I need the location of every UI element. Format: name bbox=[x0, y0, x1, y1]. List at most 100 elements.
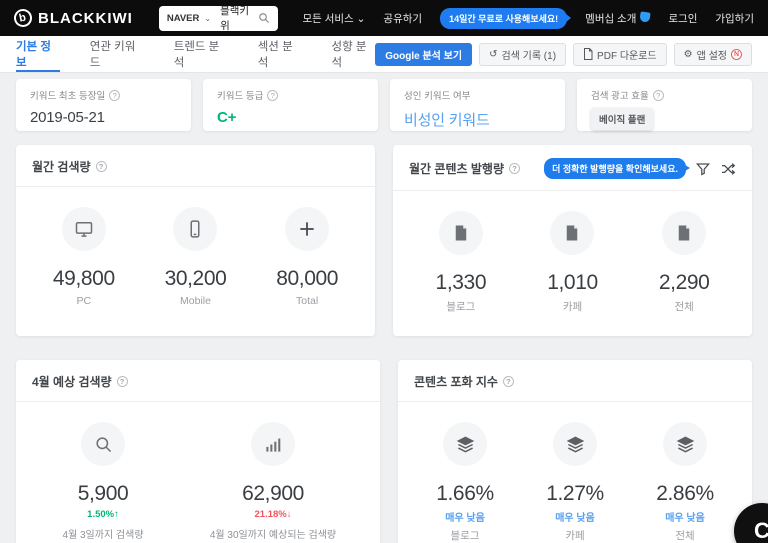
blog-saturation-value: 1.66% bbox=[436, 482, 494, 505]
share-button[interactable]: 공유하기 bbox=[383, 11, 422, 26]
monthly-content-volume-card: 월간 콘텐츠 발행량 ? 더 정확한 발행량을 확인해보세요. 1,330 블로… bbox=[393, 145, 752, 336]
bar-chart-icon bbox=[265, 438, 280, 452]
first-seen-card: 키워드 최초 등장일 ? 2019-05-21 bbox=[16, 79, 191, 131]
new-badge: N bbox=[731, 48, 742, 60]
membership-link[interactable]: 멤버십 소개 bbox=[585, 10, 652, 26]
mtd-change: 1.50%↑ bbox=[87, 509, 119, 520]
status-badge: 매우 낮음 bbox=[445, 513, 485, 524]
help-icon[interactable]: ? bbox=[267, 89, 279, 101]
mtd-search-value: 5,900 bbox=[77, 482, 129, 505]
panel-title: 콘텐츠 포화 지수 ? bbox=[414, 373, 514, 390]
total-search-value: 80,000 bbox=[276, 267, 339, 290]
total-saturation-value: 2.86% bbox=[656, 482, 714, 505]
metric-total-saturation: 2.86% 매우 낮음 전체 bbox=[630, 422, 740, 543]
keyword-grade-value: C+ bbox=[217, 109, 237, 126]
plus-icon bbox=[300, 222, 314, 236]
history-icon: ↺ bbox=[489, 48, 498, 60]
accuracy-tooltip: 더 정확한 발행량을 확인해보세요. bbox=[544, 158, 690, 179]
card-label: 키워드 최초 등장일 ? bbox=[30, 88, 177, 102]
metric-blog: 1,330 블로그 bbox=[406, 211, 516, 314]
section-tabbar: 기본 정보 연관 키워드 트렌드 분석 섹션 분석 성향 분석 Google 분… bbox=[0, 36, 768, 73]
card-label: 검색 광고 효율 ? bbox=[591, 88, 738, 102]
panel-title: 4월 예상 검색량 ? bbox=[32, 373, 128, 390]
tab-basic-info[interactable]: 기본 정보 bbox=[16, 36, 60, 72]
cafe-content-value: 1,010 bbox=[547, 271, 598, 294]
brand-logo[interactable]: b BLACKKIWI bbox=[12, 7, 133, 29]
pdf-download-button[interactable]: PDF 다운로드 bbox=[573, 42, 667, 66]
metric-total: 80,000 Total bbox=[252, 207, 362, 307]
panel-title: 월간 검색량 ? bbox=[32, 158, 107, 175]
gear-icon: ⚙ bbox=[683, 48, 693, 60]
monthly-search-volume-card: 월간 검색량 ? 49,800 PC 30,200 Mobile 80,000 bbox=[16, 145, 375, 336]
search-engine-select[interactable]: NAVER bbox=[167, 13, 200, 24]
filter-icon[interactable] bbox=[695, 161, 711, 177]
signup-button[interactable]: 가입하기 bbox=[715, 11, 754, 26]
arrow-up-icon: ↑ bbox=[114, 509, 119, 520]
pc-search-value: 49,800 bbox=[52, 267, 115, 290]
search-icon[interactable] bbox=[258, 12, 270, 24]
forecast-search-value: 62,900 bbox=[242, 482, 304, 505]
brand-logo-text: BLACKKIWI bbox=[38, 9, 133, 27]
total-content-value: 2,290 bbox=[658, 271, 710, 294]
card-label: 키워드 등급 ? bbox=[217, 88, 364, 102]
magnifier-icon bbox=[95, 436, 111, 452]
tab-trend-analysis[interactable]: 트렌드 분석 bbox=[174, 36, 228, 72]
status-badge: 매우 낮음 bbox=[555, 513, 595, 524]
help-icon[interactable]: ? bbox=[95, 161, 107, 172]
help-icon[interactable]: ? bbox=[116, 376, 128, 387]
layers-icon bbox=[456, 436, 474, 452]
all-services-menu[interactable]: 모든 서비스 ⌄ bbox=[302, 11, 365, 26]
metric-mobile: 30,200 Mobile bbox=[140, 207, 250, 307]
april-forecast-card: 4월 예상 검색량 ? 5,900 1.50%↑ 4월 3일까지 검색량 62,… bbox=[16, 360, 380, 543]
metric-pc: 49,800 PC bbox=[29, 207, 139, 307]
blog-content-value: 1,330 bbox=[435, 271, 487, 294]
help-icon[interactable]: ? bbox=[652, 89, 664, 101]
free-trial-promo-badge[interactable]: 14일간 무료로 사용해보세요! bbox=[440, 7, 572, 29]
arrow-down-icon: ↓ bbox=[286, 509, 292, 520]
tab-related-keywords[interactable]: 연관 키워드 bbox=[90, 36, 144, 72]
layers-icon bbox=[676, 436, 694, 452]
metric-all: 2,290 전체 bbox=[629, 211, 739, 314]
first-seen-value: 2019-05-21 bbox=[30, 109, 105, 126]
metric-cafe: 1,010 카페 bbox=[517, 211, 627, 314]
metric-cafe-saturation: 1.27% 매우 낮음 카페 bbox=[520, 422, 630, 543]
shuffle-icon[interactable] bbox=[720, 161, 736, 177]
adult-keyword-value: 비성인 키워드 bbox=[404, 112, 490, 129]
keyword-search-box[interactable]: NAVER ⌄ 블랙키위 bbox=[158, 3, 279, 33]
panel-title: 월간 콘텐츠 발행량 ? bbox=[409, 160, 520, 177]
status-badge: 매우 낮음 bbox=[665, 513, 705, 524]
membership-icon bbox=[639, 10, 652, 23]
mobile-search-value: 30,200 bbox=[164, 267, 227, 290]
metric-month-to-date: 5,900 1.50%↑ 4월 3일까지 검색량 bbox=[28, 422, 178, 541]
forecast-change: 21.18%↓ bbox=[254, 509, 292, 520]
keyword-grade-card: 키워드 등급 ? C+ bbox=[203, 79, 378, 131]
layers-icon bbox=[566, 436, 584, 452]
tab-persona-analysis[interactable]: 성향 분석 bbox=[332, 36, 376, 72]
mobile-icon bbox=[190, 220, 200, 238]
metric-blog-saturation: 1.66% 매우 낮음 블로그 bbox=[410, 422, 520, 543]
search-history-button[interactable]: ↺ 검색 기록 (1) bbox=[479, 42, 567, 66]
app-settings-button[interactable]: ⚙ 앱 설정 N bbox=[673, 42, 752, 66]
plan-required-badge: 베이직 플랜 bbox=[591, 108, 654, 130]
document-icon bbox=[455, 225, 467, 241]
content-saturation-card: 콘텐츠 포화 지수 ? 1.66% 매우 낮음 블로그 1.27% 매우 낮음 … bbox=[398, 360, 752, 543]
google-analysis-button[interactable]: Google 분석 보기 bbox=[375, 42, 473, 66]
document-icon bbox=[567, 225, 578, 241]
login-button[interactable]: 로그인 bbox=[668, 11, 697, 26]
top-header: b BLACKKIWI NAVER ⌄ 블랙키위 모든 서비스 ⌄ 공유하기 1… bbox=[0, 0, 768, 36]
monitor-icon bbox=[75, 222, 93, 237]
tab-section-analysis[interactable]: 섹션 분석 bbox=[258, 36, 302, 72]
help-icon[interactable]: ? bbox=[109, 89, 121, 101]
search-input[interactable]: 블랙키위 bbox=[220, 3, 253, 33]
card-label: 성인 키워드 여부 bbox=[404, 91, 471, 102]
document-icon bbox=[678, 225, 690, 241]
adult-keyword-card: 성인 키워드 여부 비성인 키워드 bbox=[390, 79, 565, 131]
pdf-file-icon bbox=[584, 48, 593, 60]
ad-efficiency-card: 검색 광고 효율 ? 베이직 플랜 bbox=[577, 79, 752, 131]
metric-month-end-forecast: 62,900 21.18%↓ 4월 30일까지 예상되는 검색량 bbox=[178, 422, 368, 541]
chevron-down-icon: ⌄ bbox=[204, 13, 212, 23]
help-icon[interactable]: ? bbox=[502, 376, 514, 387]
brand-logo-icon: b bbox=[12, 7, 34, 29]
cafe-saturation-value: 1.27% bbox=[546, 482, 604, 505]
help-icon[interactable]: ? bbox=[509, 163, 520, 174]
